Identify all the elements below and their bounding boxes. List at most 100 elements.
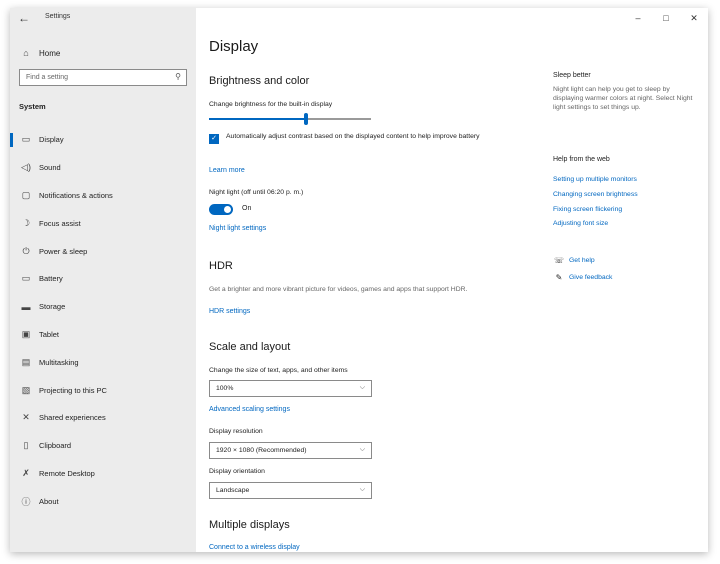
sidebar-item-label: Focus assist — [39, 218, 81, 228]
sidebar-item-notifications-actions[interactable]: ▢ Notifications & actions — [10, 182, 196, 210]
home-icon: ⌂ — [23, 48, 29, 58]
get-help-label: Get help — [569, 257, 595, 264]
night-light-toggle[interactable] — [209, 204, 233, 215]
sidebar-item-focus-assist[interactable]: ☽ Focus assist — [10, 209, 196, 237]
info-icon: ⓘ — [21, 496, 31, 507]
sidebar-item-label: Battery — [39, 274, 63, 284]
learn-more-link[interactable]: Learn more — [209, 167, 245, 174]
night-light-settings-link[interactable]: Night light settings — [209, 225, 266, 232]
right-panel: Sleep better Night light can help you ge… — [553, 8, 703, 552]
sidebar-item-label: Projecting to this PC — [39, 385, 107, 395]
auto-contrast-checkbox[interactable]: ✓ — [209, 134, 219, 144]
search-input[interactable]: Find a setting ⚲ — [19, 69, 187, 86]
resolution-value: 1920 × 1080 (Recommended) — [216, 447, 307, 454]
connect-wireless-link[interactable]: Connect to a wireless display — [209, 544, 300, 551]
remote-desktop-icon: ✗ — [22, 467, 30, 478]
give-feedback-label: Give feedback — [569, 274, 613, 281]
sidebar-item-label: Multitasking — [39, 357, 79, 367]
moon-icon: ☽ — [21, 217, 31, 228]
chat-help-icon: ☏ — [553, 256, 564, 265]
hdr-description: Get a brighter and more vibrant picture … — [209, 286, 468, 293]
home-label: Home — [39, 48, 61, 58]
orientation-dropdown[interactable]: Landscape ⌵ — [209, 482, 372, 499]
sidebar-item-label: Notifications & actions — [39, 190, 113, 200]
projecting-icon: ▧ — [21, 384, 31, 395]
sidebar-item-remote-desktop[interactable]: ✗ Remote Desktop — [10, 460, 196, 488]
sleep-better-description: Night light can help you get to sleep by… — [553, 86, 693, 111]
tablet-icon: ▣ — [21, 328, 31, 339]
multitasking-icon: ▤ — [21, 356, 31, 367]
give-feedback-link[interactable]: ✎ Give feedback — [553, 273, 613, 282]
auto-contrast-label: Automatically adjust contrast based on t… — [226, 133, 480, 140]
size-value: 100% — [216, 385, 234, 392]
toggle-knob — [224, 206, 231, 213]
sidebar-item-tablet[interactable]: ▣ Tablet — [10, 321, 196, 349]
sidebar-item-battery[interactable]: ▭ Battery — [10, 265, 196, 293]
sidebar-item-projecting-to-this-pc[interactable]: ▧ Projecting to this PC — [10, 376, 196, 404]
sidebar-item-label: Power & sleep — [39, 246, 88, 256]
sleep-better-heading: Sleep better — [553, 72, 591, 79]
hdr-heading: HDR — [209, 260, 233, 272]
night-light-state: On — [242, 205, 252, 212]
feedback-icon: ✎ — [555, 273, 563, 282]
storage-icon: ▬ — [21, 301, 31, 312]
speaker-icon: ◁) — [21, 162, 31, 173]
page-title: Display — [209, 38, 259, 55]
monitor-icon: ▭ — [21, 134, 31, 145]
sidebar-item-shared-experiences[interactable]: ✕ Shared experiences — [10, 404, 196, 432]
sidebar-item-label: Display — [39, 135, 64, 145]
size-dropdown[interactable]: 100% ⌵ — [209, 380, 372, 397]
chevron-down-icon: ⌵ — [359, 486, 365, 493]
help-link[interactable]: Setting up multiple monitors — [553, 176, 637, 183]
sidebar-item-label: Clipboard — [39, 441, 72, 451]
help-link[interactable]: Fixing screen flickering — [553, 206, 622, 213]
titlebar-left: ← Settings — [10, 8, 196, 30]
brightness-heading: Brightness and color — [209, 75, 310, 87]
resolution-dropdown[interactable]: 1920 × 1080 (Recommended) ⌵ — [209, 442, 372, 459]
multiple-displays-heading: Multiple displays — [209, 519, 290, 531]
clipboard-icon: ▯ — [23, 440, 29, 451]
battery-icon: ▭ — [21, 273, 31, 284]
advanced-scaling-link[interactable]: Advanced scaling settings — [209, 406, 290, 413]
brightness-slider-label: Change brightness for the built-in displ… — [209, 101, 333, 108]
help-link[interactable]: Adjusting font size — [553, 220, 608, 227]
main-content: Display Brightness and color Change brig… — [209, 8, 549, 552]
chevron-down-icon: ⌵ — [359, 384, 365, 391]
sidebar-item-label: Storage — [39, 302, 66, 312]
power-icon: ⏻ — [22, 245, 30, 256]
sidebar-item-storage[interactable]: ▬ Storage — [10, 293, 196, 321]
hdr-settings-link[interactable]: HDR settings — [209, 308, 250, 315]
sidebar-item-label: Tablet — [39, 329, 60, 339]
orientation-label: Display orientation — [209, 468, 265, 475]
sidebar-item-display[interactable]: ▭ Display — [10, 126, 196, 154]
sidebar-item-sound[interactable]: ◁) Sound — [10, 154, 196, 182]
sidebar: ← Settings ⌂ Home Find a setting ⚲ Syste… — [10, 8, 196, 552]
scale-heading: Scale and layout — [209, 341, 291, 353]
sidebar-item-label: Shared experiences — [39, 413, 106, 423]
help-heading: Help from the web — [553, 156, 610, 163]
settings-window: ← Settings ⌂ Home Find a setting ⚲ Syste… — [10, 8, 708, 552]
brightness-slider-thumb[interactable] — [304, 113, 309, 125]
sidebar-item-home[interactable]: ⌂ Home — [19, 45, 189, 61]
help-link[interactable]: Changing screen brightness — [553, 191, 638, 198]
night-light-label: Night light (off until 06:20 p. m.) — [209, 189, 304, 196]
chevron-down-icon: ⌵ — [359, 446, 365, 453]
brightness-slider-fill — [209, 118, 307, 120]
search-placeholder: Find a setting — [26, 74, 69, 81]
app-title: Settings — [45, 13, 71, 20]
back-arrow-icon[interactable]: ← — [18, 11, 30, 25]
sidebar-item-multitasking[interactable]: ▤ Multitasking — [10, 348, 196, 376]
sidebar-item-power-sleep[interactable]: ⏻ Power & sleep — [10, 237, 196, 265]
brightness-slider[interactable] — [209, 113, 371, 125]
sidebar-nav: ▭ Display ◁) Sound ▢ Notifications & actions ☽… — [10, 126, 196, 515]
sidebar-item-label: About — [39, 496, 59, 506]
resolution-label: Display resolution — [209, 428, 263, 435]
size-label: Change the size of text, apps, and other… — [209, 367, 348, 374]
shared-experiences-icon: ✕ — [22, 412, 30, 423]
orientation-value: Landscape — [216, 487, 250, 494]
sidebar-item-label: Sound — [39, 163, 61, 173]
sidebar-item-clipboard[interactable]: ▯ Clipboard — [10, 432, 196, 460]
sidebar-item-about[interactable]: ⓘ About — [10, 487, 196, 515]
get-help-link[interactable]: ☏ Get help — [553, 256, 595, 265]
search-icon: ⚲ — [175, 72, 181, 81]
